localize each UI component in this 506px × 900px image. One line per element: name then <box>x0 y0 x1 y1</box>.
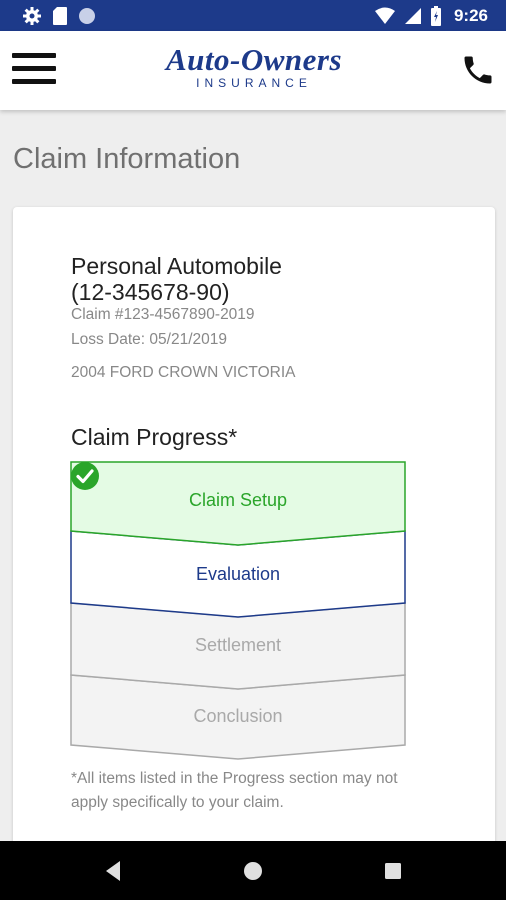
brand-logo: Auto-Owners INSURANCE <box>148 43 360 95</box>
claim-number: Claim #123-4567890-2019 <box>71 306 255 323</box>
loss-date: Loss Date: 05/21/2019 <box>71 331 227 348</box>
step-settlement: Settlement <box>194 635 282 655</box>
clock: 9:26 <box>453 6 488 25</box>
step-conclusion: Conclusion <box>193 706 283 726</box>
home-icon[interactable] <box>237 855 269 887</box>
sd-card-icon <box>53 7 67 25</box>
cell-signal-icon <box>404 8 421 24</box>
progress-title: Claim Progress* <box>71 424 238 450</box>
hamburger-line <box>12 53 56 58</box>
wifi-icon <box>374 7 395 24</box>
recents-icon[interactable] <box>377 855 409 887</box>
hamburger-line <box>12 79 56 84</box>
menu-button[interactable] <box>12 51 56 87</box>
policy-number: (12-345678-90) <box>71 279 230 305</box>
hamburger-line <box>12 66 56 71</box>
gear-icon <box>23 7 41 25</box>
page-title: Claim Information <box>13 143 241 175</box>
check-circle-icon <box>71 462 99 490</box>
navigation-bar <box>0 841 506 900</box>
progress-footnote: *All items listed in the Progress sectio… <box>71 770 398 811</box>
step-evaluation: Evaluation <box>195 564 281 584</box>
step-claim-setup: Claim Setup <box>188 490 288 510</box>
battery-icon <box>430 6 441 26</box>
app-bar: Auto-Owners INSURANCE <box>0 31 506 110</box>
back-icon[interactable] <box>98 855 130 887</box>
policy-name: Personal Automobile <box>71 253 282 279</box>
circle-icon <box>79 8 95 24</box>
status-bar: 9:26 <box>0 0 506 31</box>
claim-progress-stepper: Claim Setup Evaluation Settlement Conclu… <box>70 461 406 761</box>
vehicle-description: 2004 FORD CROWN VICTORIA <box>71 364 296 381</box>
logo-sub: INSURANCE <box>196 76 312 90</box>
policy-heading: Personal Automobile (12-345678-90) <box>71 253 282 305</box>
claim-card: Personal Automobile (12-345678-90) Claim… <box>13 207 495 847</box>
phone-icon[interactable] <box>460 52 496 88</box>
logo-brand: Auto-Owners <box>165 42 343 77</box>
